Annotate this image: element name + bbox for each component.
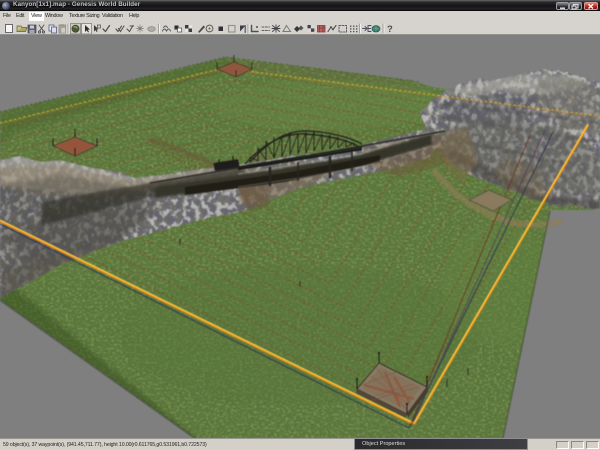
- svg-text:?: ?: [387, 24, 393, 35]
